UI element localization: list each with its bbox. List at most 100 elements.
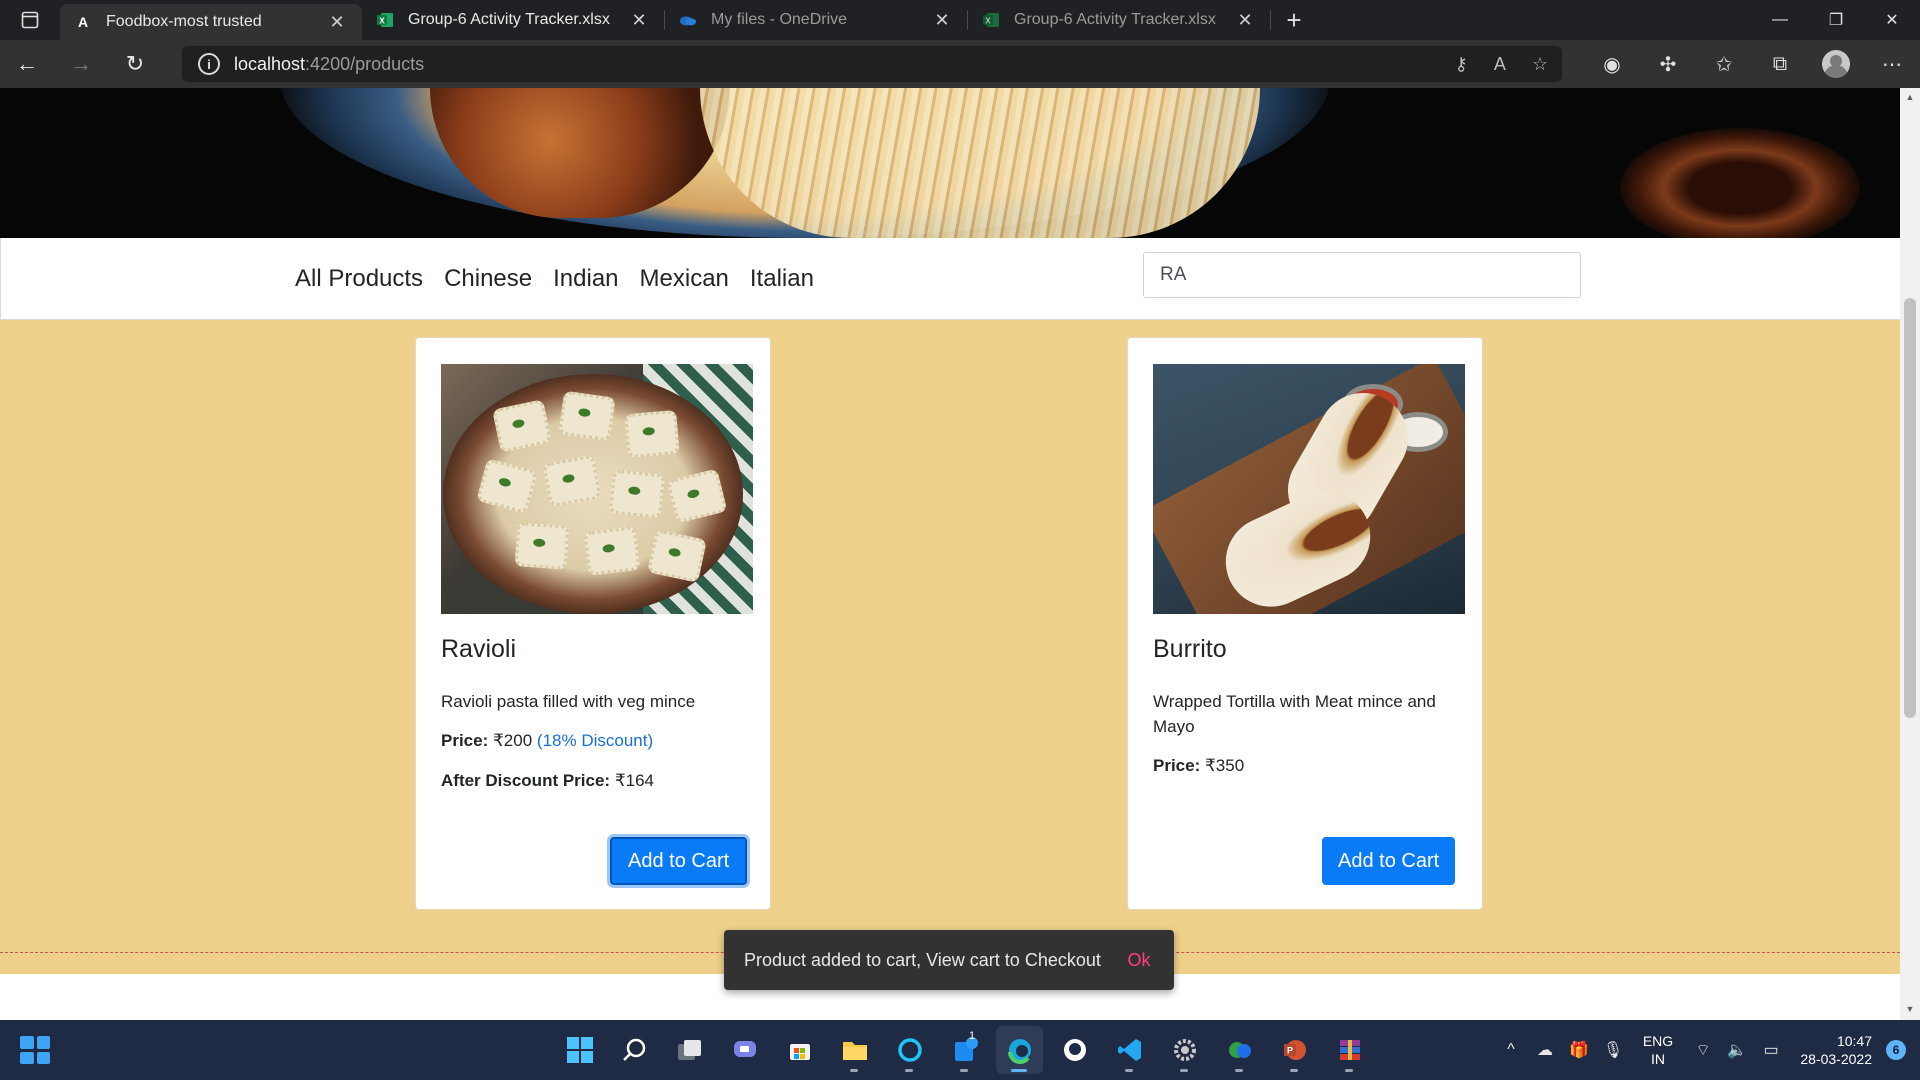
forward-button[interactable]: → — [54, 40, 108, 88]
scroll-up-icon[interactable]: ▲ — [1904, 92, 1916, 102]
collections-button[interactable]: ⧉ — [1752, 53, 1808, 76]
windows-icon — [566, 1037, 593, 1063]
pot-shape — [1620, 128, 1860, 238]
category-indian[interactable]: Indian — [553, 265, 618, 293]
scrollbar-thumb[interactable] — [1904, 298, 1916, 718]
onedrive-tray-icon[interactable]: ☁ — [1528, 1040, 1562, 1060]
category-chinese[interactable]: Chinese — [444, 265, 532, 293]
volume-icon[interactable]: 🔈 — [1720, 1040, 1754, 1060]
close-tab-icon[interactable]: ✕ — [1234, 10, 1256, 31]
winrar-button[interactable] — [1326, 1026, 1373, 1074]
add-to-cart-button[interactable]: Add to Cart — [1322, 837, 1456, 885]
back-arrow-icon: ← — [16, 51, 38, 76]
tab-activity-tracker-2[interactable]: X Group-6 Activity Tracker.xlsx ✕ — [968, 0, 1270, 40]
search-input[interactable] — [1143, 252, 1581, 298]
price-line: Price: ₹350 — [1153, 756, 1244, 776]
tab-activity-tracker-1[interactable]: X Group-6 Activity Tracker.xlsx ✕ — [362, 0, 664, 40]
new-tab-button[interactable]: + — [1271, 0, 1317, 40]
winrar-icon — [1339, 1040, 1360, 1060]
cortana-icon — [897, 1038, 922, 1062]
wifi-icon[interactable]: ⌔ — [1686, 1040, 1720, 1060]
vscode-button[interactable] — [1106, 1026, 1153, 1074]
battery-icon[interactable]: ▭ — [1754, 1040, 1788, 1060]
onedrive-icon — [679, 11, 697, 29]
category-mexican[interactable]: Mexican — [640, 265, 729, 293]
scroll-down-icon[interactable]: ▼ — [1904, 1004, 1916, 1014]
vscode-icon — [1117, 1039, 1141, 1061]
start-button[interactable] — [556, 1026, 603, 1074]
restore-icon: ❐ — [1828, 12, 1844, 29]
browser-tab-strip: A Foodbox-most trusted ✕ X Group-6 Activ… — [0, 0, 1920, 40]
settings-button[interactable] — [1161, 1026, 1208, 1074]
powerpoint-button[interactable]: P — [1271, 1026, 1318, 1074]
snackbar-ok-button[interactable]: Ok — [1104, 950, 1174, 971]
favorites-button[interactable]: ✩ — [1696, 52, 1752, 77]
widgets-button[interactable] — [20, 1036, 50, 1064]
extension-button[interactable]: ◉ — [1584, 52, 1640, 77]
edge-button[interactable] — [996, 1026, 1043, 1074]
key-icon[interactable]: ⚷ — [1455, 54, 1468, 75]
language-code: ENG — [1642, 1033, 1674, 1049]
task-view-icon — [677, 1040, 701, 1060]
search-button[interactable] — [611, 1026, 658, 1074]
browser-toolbar-right: ◉ ✣ ✩ ⧉ ⋯ — [1584, 40, 1920, 88]
price-line: Price: ₹200 (18% Discount) — [441, 731, 653, 751]
github-button[interactable] — [1051, 1026, 1098, 1074]
back-button[interactable]: ← — [0, 40, 54, 88]
read-aloud-icon[interactable]: A — [1494, 54, 1506, 75]
app-button[interactable] — [1216, 1026, 1263, 1074]
tab-foodbox[interactable]: A Foodbox-most trusted ✕ — [60, 4, 362, 40]
tab-actions-icon — [21, 11, 39, 29]
settings-menu-button[interactable]: ⋯ — [1864, 52, 1920, 77]
tab-onedrive[interactable]: My files - OneDrive ✕ — [665, 0, 967, 40]
page-scrollbar[interactable]: ▲ ▼ — [1900, 88, 1920, 1020]
refresh-button[interactable]: ↻ — [108, 40, 162, 88]
close-tab-icon[interactable]: ✕ — [931, 10, 953, 31]
clock[interactable]: 10:47 28-03-2022 — [1788, 1032, 1878, 1068]
collections-icon: ⧉ — [1772, 52, 1788, 75]
site-info-icon[interactable]: i — [198, 53, 220, 75]
task-view-button[interactable] — [666, 1026, 713, 1074]
add-favorite-icon[interactable]: ☆ — [1532, 54, 1548, 75]
cortana-button[interactable] — [886, 1026, 933, 1074]
add-to-cart-button[interactable]: Add to Cart — [610, 837, 748, 885]
restore-button[interactable]: ❐ — [1808, 0, 1864, 40]
product-title: Burrito — [1153, 635, 1227, 663]
todo-button[interactable]: 1 — [941, 1026, 988, 1074]
address-bar[interactable]: i localhost:4200/products ⚷ A ☆ — [182, 46, 1562, 82]
category-italian[interactable]: Italian — [750, 265, 814, 293]
tab-actions-button[interactable] — [0, 0, 60, 40]
close-window-button[interactable]: ✕ — [1864, 0, 1920, 40]
app-icon — [1228, 1042, 1251, 1058]
extensions-button[interactable]: ✣ — [1640, 52, 1696, 77]
url-host: localhost — [234, 53, 306, 74]
close-icon: ✕ — [1885, 12, 1899, 29]
tab-title: Foodbox-most trusted — [106, 13, 262, 30]
angular-icon: A — [77, 14, 89, 30]
hero-banner-image — [0, 88, 1900, 238]
minimize-button[interactable]: — — [1752, 0, 1808, 40]
close-tab-icon[interactable]: ✕ — [326, 12, 348, 33]
notification-badge[interactable]: 6 — [1886, 1040, 1906, 1060]
category-all-products[interactable]: All Products — [295, 265, 423, 293]
show-hidden-icons[interactable]: ^ — [1494, 1041, 1528, 1059]
date: 28-03-2022 — [1800, 1051, 1872, 1067]
more-icon: ⋯ — [1882, 53, 1902, 76]
excel-icon: X — [982, 11, 1000, 29]
profile-button[interactable] — [1808, 50, 1864, 78]
product-list: Ravioli Ravioli pasta filled with veg mi… — [0, 320, 1900, 974]
excel-icon: X — [376, 11, 394, 29]
category-bar: All Products Chinese Indian Mexican Ital… — [0, 238, 1900, 320]
taskbar-apps: 1 P — [556, 1020, 1373, 1080]
teams-chat-button[interactable] — [721, 1026, 768, 1074]
microphone-icon[interactable]: 🎙 — [1596, 1040, 1630, 1060]
burrito-image — [1153, 364, 1465, 614]
close-tab-icon[interactable]: ✕ — [628, 10, 650, 31]
file-explorer-button[interactable] — [831, 1026, 878, 1074]
puzzle-icon: ✣ — [1659, 53, 1677, 76]
store-button[interactable] — [776, 1026, 823, 1074]
gift-icon[interactable]: 🎁 — [1562, 1040, 1596, 1060]
svg-text:X: X — [379, 17, 385, 26]
language-indicator[interactable]: ENG IN — [1630, 1032, 1686, 1068]
forward-arrow-icon: → — [70, 51, 92, 76]
